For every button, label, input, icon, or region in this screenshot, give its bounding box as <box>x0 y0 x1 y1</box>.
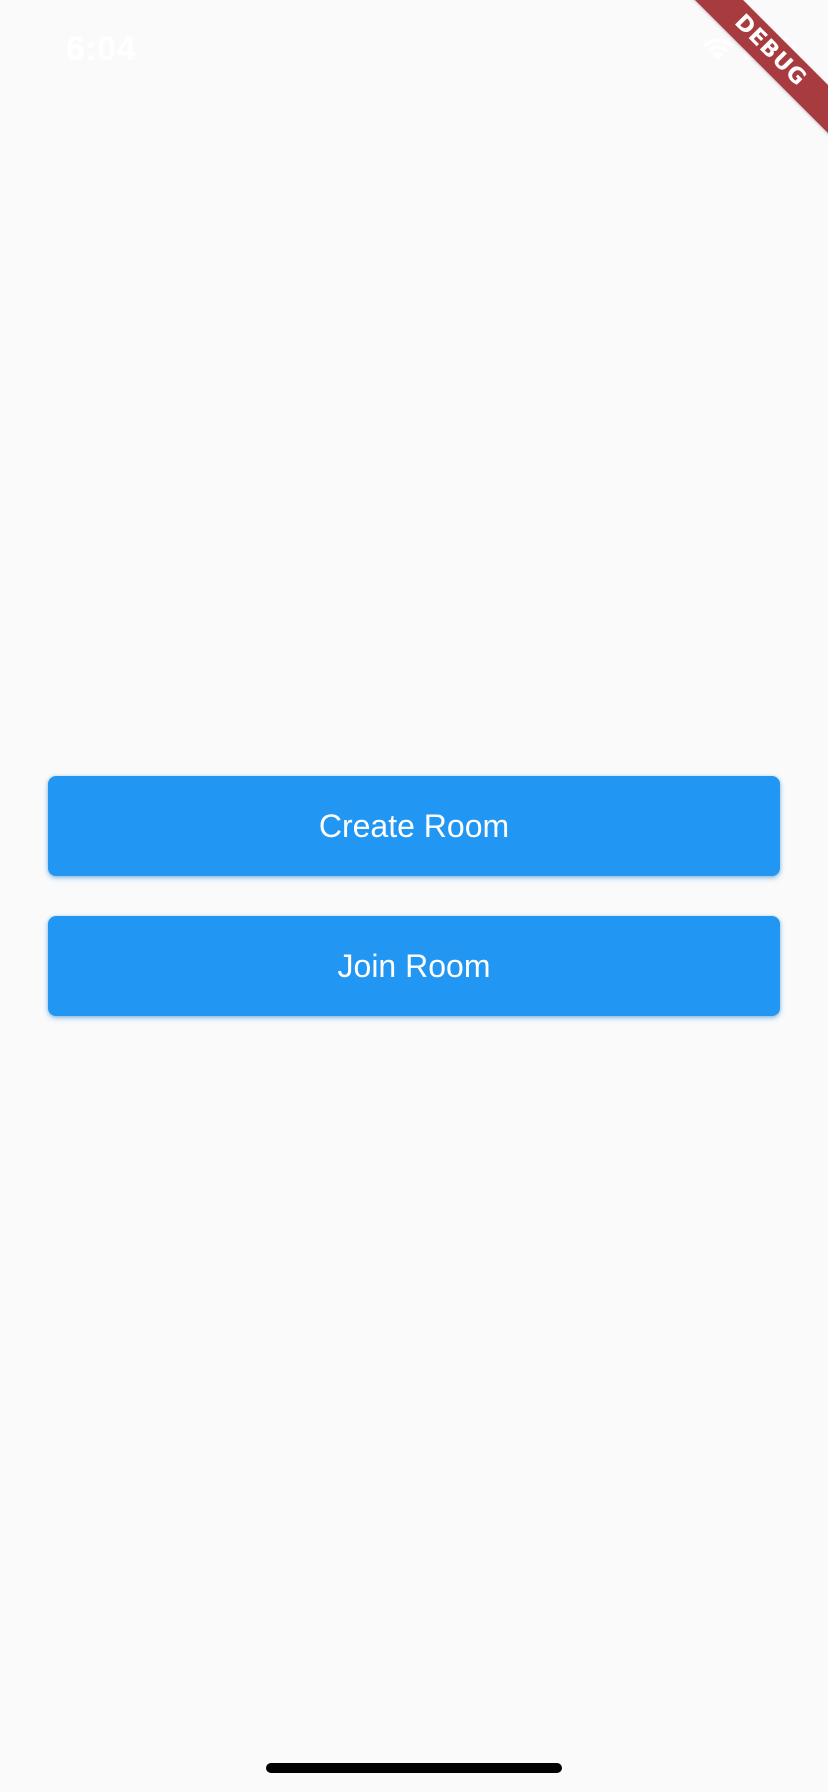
create-room-button[interactable]: Create Room <box>48 776 780 876</box>
status-time: 6:04 <box>66 30 137 68</box>
debug-banner: DEBUG <box>668 0 828 160</box>
home-indicator[interactable] <box>266 1763 562 1773</box>
debug-ribbon-label: DEBUG <box>680 0 828 141</box>
join-room-button[interactable]: Join Room <box>48 916 780 1016</box>
join-room-label: Join Room <box>337 947 491 984</box>
create-room-label: Create Room <box>318 807 510 844</box>
room-actions: Create Room Join Room <box>48 776 780 1016</box>
